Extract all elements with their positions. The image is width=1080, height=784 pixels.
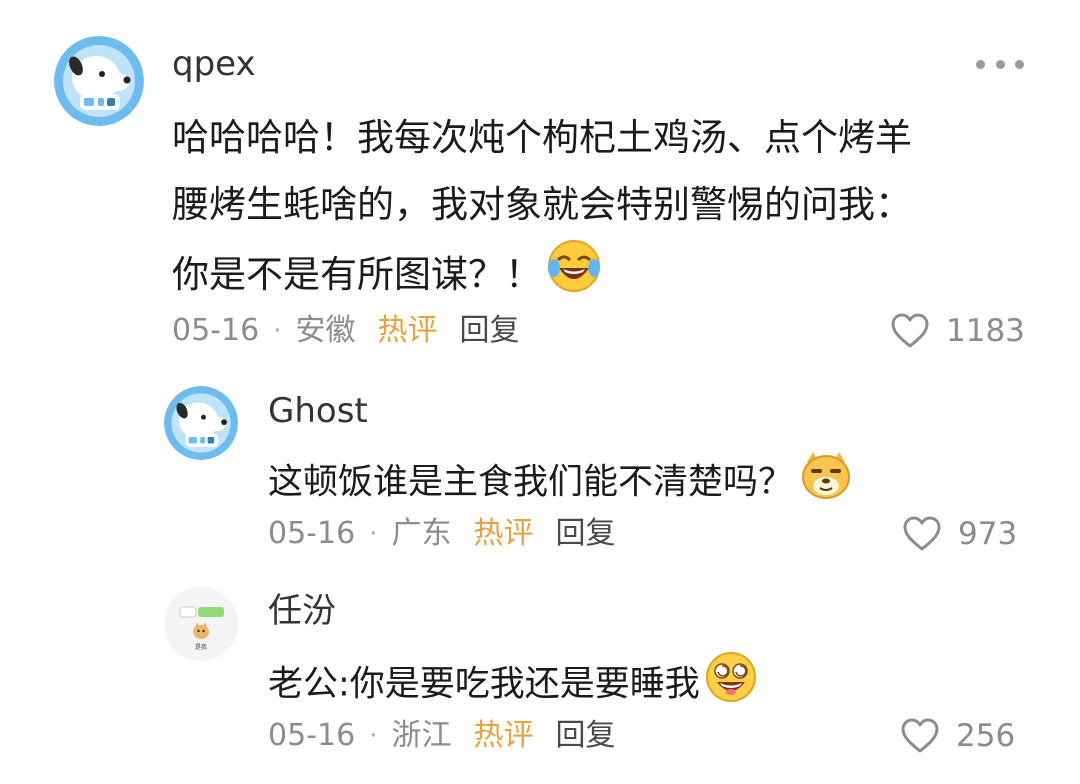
comment-meta: 05-16 · 广东 热评 回复 [268,514,615,554]
reply-button[interactable]: 回复 [459,311,519,351]
comment-line: 哈哈哈哈！我每次炖个枸杞土鸡汤、点个烤羊 [172,116,912,159]
comment-thread: qpex 哈哈哈哈！我每次炖个枸杞土鸡汤、点个烤羊 腰烤生蚝啥的，我对象就会特别… [0,0,1080,784]
reply-button[interactable]: 回复 [555,716,615,756]
comment-line: 腰烤生蚝啥的，我对象就会特别警惕的问我： [172,183,912,226]
username[interactable]: qpex [172,44,256,84]
dizzy-grin-emoji-icon [704,650,758,721]
comment-location: 广东 [391,516,452,551]
laughing-tears-emoji-icon [546,238,602,315]
comment-meta: 05-16 · 安徽 热评 回复 [172,311,519,351]
like-count: 1183 [946,313,1025,349]
comment-line: 老公:你是要吃我还是要睡我 [268,650,758,721]
comment-text: 这顿饭谁是主食我们能不清楚吗？ [268,448,853,519]
astronaut-dog-avatar-image [54,36,144,126]
separator-dot: · [273,316,282,346]
doge-chat-avatar-image: 是我 [164,587,238,661]
like-count: 973 [958,516,1018,552]
like-button[interactable]: 256 [900,716,1015,756]
comment-meta: 05-16 · 浙江 热评 回复 [268,716,615,756]
comment-location: 安徽 [295,313,356,348]
comment-date: 05-16 [268,516,356,551]
comment-line-text: 老公:你是要吃我还是要睡我 [268,664,700,705]
astronaut-dog-avatar-image [164,386,238,460]
username[interactable]: Ghost [268,391,368,431]
smug-dog-emoji-icon [799,448,853,519]
username[interactable]: 任汾 [268,591,336,631]
comment-date: 05-16 [268,718,356,753]
reply-button[interactable]: 回复 [555,514,615,554]
like-button[interactable]: 973 [902,514,1017,554]
hot-comment-badge: 热评 [377,313,438,348]
more-options-icon[interactable] [976,52,1024,76]
comment-line: 你是不是有所图谋？！ [172,238,912,315]
comment-text: 老公:你是要吃我还是要睡我 [268,650,758,721]
avatar-qpex[interactable] [54,36,144,126]
comment-date: 05-16 [172,313,260,348]
like-count: 256 [956,718,1016,754]
comment-text: 哈哈哈哈！我每次炖个枸杞土鸡汤、点个烤羊 腰烤生蚝啥的，我对象就会特别警惕的问我… [172,104,912,315]
comment-line: 这顿饭谁是主食我们能不清楚吗？ [268,448,853,519]
avatar-caption: 是我 [195,643,207,651]
hot-comment-badge: 热评 [473,516,534,551]
comment-line-text: 这顿饭谁是主食我们能不清楚吗？ [268,462,794,503]
heart-icon [903,516,941,551]
avatar-renfen[interactable]: 是我 [164,587,238,661]
hot-comment-badge: 热评 [473,718,534,753]
comment-line-text: 你是不是有所图谋？！ [172,253,542,296]
heart-icon [891,313,929,348]
comment-location: 浙江 [391,718,452,753]
like-button[interactable]: 1183 [890,311,1025,351]
separator-dot: · [369,721,378,751]
heart-icon [901,718,939,753]
separator-dot: · [369,519,378,549]
avatar-ghost[interactable] [164,386,238,460]
